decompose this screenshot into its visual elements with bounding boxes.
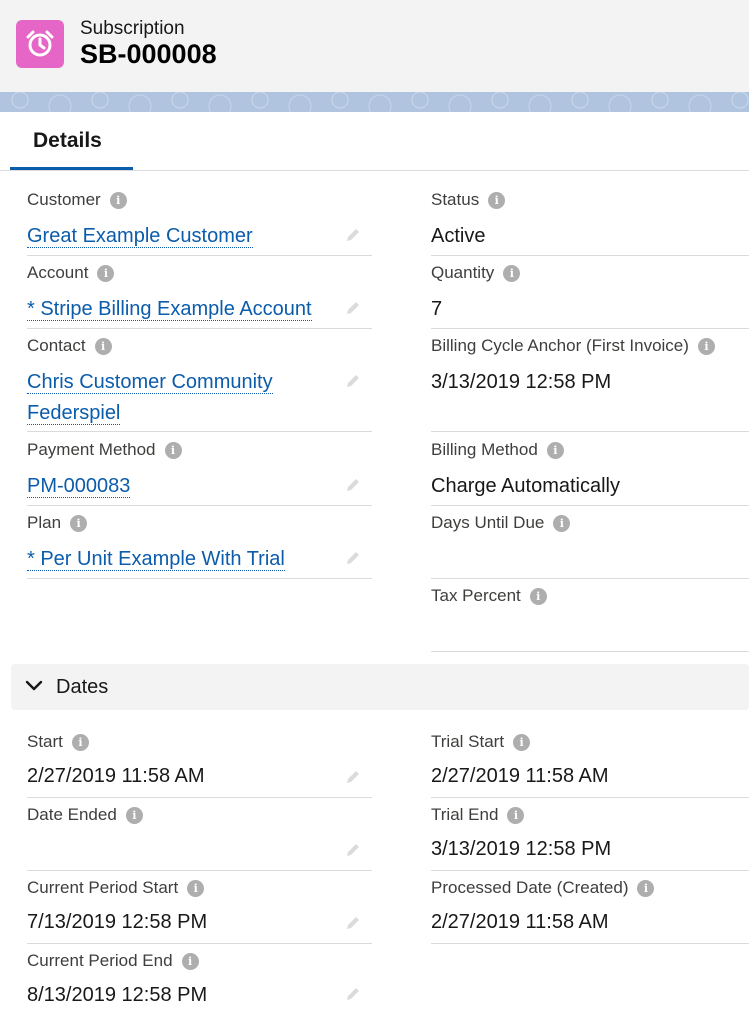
- section-title: Dates: [56, 676, 109, 698]
- pencil-edit-icon[interactable]: [344, 841, 362, 859]
- info-icon[interactable]: i: [546, 441, 564, 459]
- info-icon[interactable]: i: [125, 806, 143, 824]
- field-current-period-start: Current Period Start i 7/13/2019 12:58 PM: [27, 878, 372, 944]
- info-icon[interactable]: i: [187, 879, 205, 897]
- field-value: * Per Unit Example With Trial: [27, 544, 285, 575]
- field-label: Payment Method i: [27, 440, 182, 460]
- record-title: SB-000008: [80, 39, 217, 69]
- chevron-down-icon: [25, 680, 43, 691]
- field-label: Plan i: [27, 513, 88, 533]
- record-header: Subscription SB-000008: [0, 0, 749, 92]
- field-trial-start: Trial Start i 2/27/2019 11:58 AM: [431, 732, 749, 798]
- field-label: Billing Method i: [431, 440, 564, 460]
- field-date-ended: Date Ended i: [27, 805, 372, 871]
- field-label: Trial End i: [431, 805, 525, 825]
- field-label: Contact i: [27, 336, 112, 356]
- field-label: Processed Date (Created) i: [431, 878, 655, 898]
- field-processed-date: Processed Date (Created) i 2/27/2019 11:5…: [431, 878, 749, 944]
- pencil-edit-icon[interactable]: [344, 476, 362, 494]
- plan-link[interactable]: * Per Unit Example With Trial: [27, 548, 285, 571]
- field-value: 7/13/2019 12:58 PM: [27, 911, 208, 933]
- field-customer: Customer i Great Example Customer: [27, 190, 372, 256]
- tab-details[interactable]: Details: [10, 112, 133, 170]
- field-label: Trial Start i: [431, 732, 531, 752]
- field-payment-method: Payment Method i PM-000083: [27, 440, 372, 506]
- pencil-edit-icon[interactable]: [344, 985, 362, 1003]
- section-header-dates[interactable]: Dates: [11, 664, 749, 710]
- info-icon[interactable]: i: [553, 514, 571, 532]
- pencil-edit-icon[interactable]: [344, 299, 362, 317]
- field-value: Chris Customer Community Federspiel: [27, 367, 273, 429]
- pencil-edit-icon[interactable]: [344, 914, 362, 932]
- info-icon[interactable]: i: [164, 441, 182, 459]
- account-link[interactable]: * Stripe Billing Example Account: [27, 298, 312, 321]
- field-value: PM-000083: [27, 471, 131, 502]
- info-icon[interactable]: i: [181, 952, 199, 970]
- info-icon[interactable]: i: [109, 191, 127, 209]
- field-label: Customer i: [27, 190, 127, 210]
- pencil-edit-icon[interactable]: [344, 226, 362, 244]
- field-plan: Plan i * Per Unit Example With Trial: [27, 513, 372, 579]
- info-icon[interactable]: i: [94, 337, 112, 355]
- customer-link[interactable]: Great Example Customer: [27, 225, 253, 248]
- info-icon[interactable]: i: [507, 806, 525, 824]
- info-icon[interactable]: i: [71, 733, 89, 751]
- field-status: Status i Active: [431, 190, 749, 256]
- field-value: Active: [431, 225, 486, 247]
- field-trial-end: Trial End i 3/13/2019 12:58 PM: [431, 805, 749, 871]
- field-quantity: Quantity i 7: [431, 263, 749, 329]
- pencil-edit-icon[interactable]: [344, 549, 362, 567]
- field-label: Status i: [431, 190, 506, 210]
- field-contact: Contact i Chris Customer Community Feders…: [27, 336, 372, 432]
- field-label: Date Ended i: [27, 805, 143, 825]
- field-value: 2/27/2019 11:58 AM: [431, 765, 609, 787]
- field-label: Account i: [27, 263, 115, 283]
- field-current-period-end: Current Period End i 8/13/2019 12:58 PM: [27, 951, 372, 1006]
- info-icon[interactable]: i: [637, 879, 655, 897]
- field-label: Tax Percent i: [431, 586, 547, 606]
- field-account: Account i * Stripe Billing Example Accoun…: [27, 263, 372, 329]
- field-value: Great Example Customer: [27, 221, 253, 252]
- field-value: 2/27/2019 11:58 AM: [431, 911, 609, 933]
- field-tax-percent: Tax Percent i: [431, 586, 749, 652]
- info-icon[interactable]: i: [503, 264, 521, 282]
- field-billing-cycle-anchor: Billing Cycle Anchor (First Invoice) i 3/…: [431, 336, 749, 432]
- pencil-edit-icon[interactable]: [344, 768, 362, 786]
- field-value: 3/13/2019 12:58 PM: [431, 838, 612, 860]
- info-icon[interactable]: i: [697, 337, 715, 355]
- object-type-label: Subscription: [80, 18, 185, 39]
- field-value: 3/13/2019 12:58 PM: [431, 371, 612, 393]
- info-icon[interactable]: i: [70, 514, 88, 532]
- field-billing-method: Billing Method i Charge Automatically: [431, 440, 749, 506]
- decorative-banner: [0, 92, 749, 112]
- info-icon[interactable]: i: [488, 191, 506, 209]
- tab-details-label: Details: [33, 129, 102, 152]
- field-label: Current Period Start i: [27, 878, 205, 898]
- field-value: 2/27/2019 11:58 AM: [27, 765, 205, 787]
- field-label: Days Until Due i: [431, 513, 571, 533]
- field-start: Start i 2/27/2019 11:58 AM: [27, 732, 372, 798]
- contact-link[interactable]: Chris Customer Community: [27, 371, 273, 394]
- field-value: 8/13/2019 12:58 PM: [27, 984, 208, 1006]
- tab-bar: Details: [0, 112, 749, 171]
- info-icon[interactable]: i: [513, 733, 531, 751]
- field-value: Charge Automatically: [431, 475, 620, 497]
- field-value: 7: [431, 298, 443, 320]
- payment-method-link[interactable]: PM-000083: [27, 475, 131, 498]
- contact-link-line2[interactable]: Federspiel: [27, 402, 121, 425]
- field-value: * Stripe Billing Example Account: [27, 294, 312, 325]
- info-icon[interactable]: i: [529, 587, 547, 605]
- pencil-edit-icon[interactable]: [344, 372, 362, 390]
- alarm-clock-icon: [16, 20, 64, 68]
- field-label: Quantity i: [431, 263, 521, 283]
- field-days-until-due: Days Until Due i: [431, 513, 749, 579]
- field-label: Current Period End i: [27, 951, 199, 971]
- field-label: Start i: [27, 732, 89, 752]
- info-icon[interactable]: i: [97, 264, 115, 282]
- field-label: Billing Cycle Anchor (First Invoice) i: [431, 336, 715, 356]
